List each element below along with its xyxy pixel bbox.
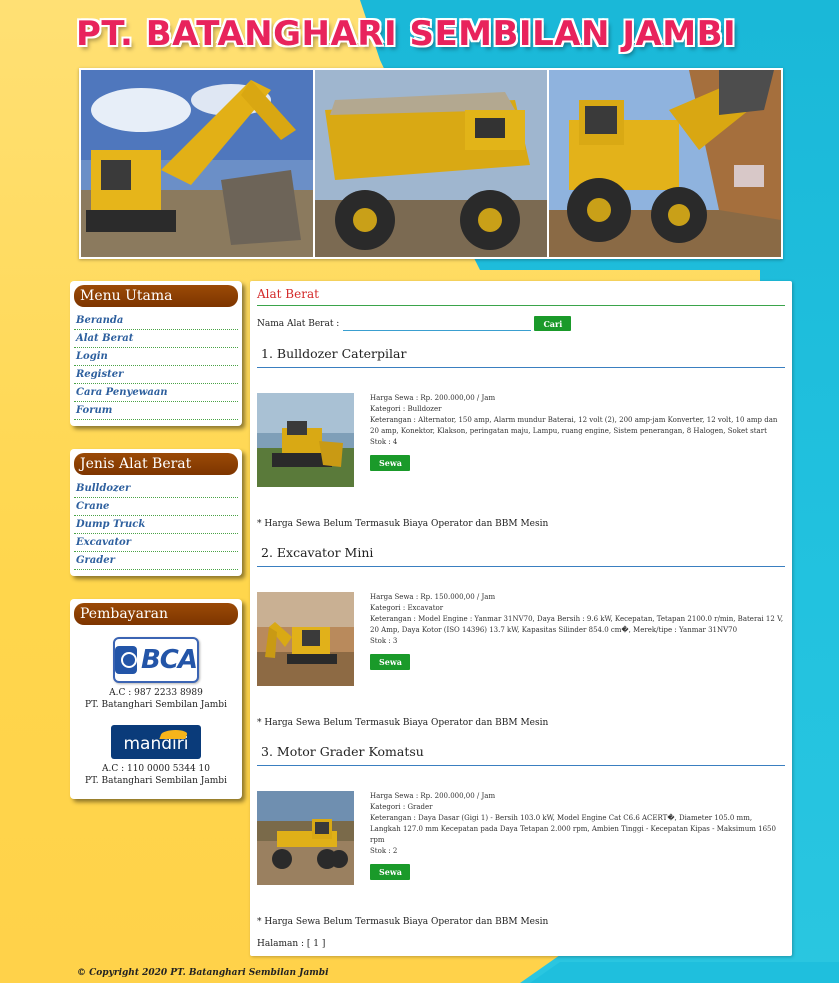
product-info: Harga Sewa : Rp. 200.000,00 / Jam Katego… [370, 393, 785, 487]
page-title: Alat Berat [257, 287, 785, 306]
product-item: 1. Bulldozer Caterpilar Harga Sewa : Rp.… [257, 346, 785, 529]
pagination[interactable]: Halaman : [ 1 ] [257, 939, 785, 949]
site-title: PT. BATANGHARI SEMBILAN JAMBI [76, 14, 737, 54]
bca-account: A.C : 987 2233 8989 [109, 688, 203, 698]
mandiri-logo: mandiri [111, 725, 201, 759]
search-input[interactable] [343, 316, 532, 331]
banner-image-loader [549, 70, 781, 257]
category-item-excavator[interactable]: Excavator [74, 534, 238, 552]
mandiri-account-name: PT. Batanghari Sembilan Jambi [85, 776, 227, 786]
menu-item-alat-berat[interactable]: Alat Berat [74, 330, 238, 348]
product-item: 2. Excavator Mini Harga Sewa : Rp. 150.0… [257, 545, 785, 728]
footer-copyright: © Copyright 2020 PT. Batanghari Sembilan… [77, 968, 329, 978]
product-category: Kategori : Bulldozer [370, 405, 442, 413]
category-box: Jenis Alat Berat Bulldozer Crane Dump Tr… [70, 449, 242, 576]
menu-item-beranda[interactable]: Beranda [74, 312, 238, 330]
category-title: Jenis Alat Berat [74, 453, 238, 475]
product-item: 3. Motor Grader Komatsu Harga Sewa: Rp.… [257, 744, 785, 927]
header-banner [79, 68, 783, 259]
product-image-bulldozer[interactable] [257, 393, 354, 487]
main-menu-box: Menu Utama Beranda Alat Berat Login Regi… [70, 281, 242, 426]
bca-emblem-icon [115, 646, 137, 674]
product-description: Keterangan : Alternator, 150 amp, Alarm … [370, 416, 778, 435]
banner-image-excavator [81, 70, 313, 257]
product-title: 1. Bulldozer Caterpilar [257, 346, 785, 368]
menu-item-login[interactable]: Login [74, 348, 238, 366]
banner-image-dump-truck [315, 70, 547, 257]
rent-button[interactable]: Sewa [370, 864, 410, 880]
bca-account-name: PT. Batanghari Sembilan Jambi [85, 700, 227, 710]
product-description: Keterangan : Daya Dasar (Gigi 1) - Bersi… [370, 814, 776, 844]
product-title: 3. Motor Grader Komatsu [257, 744, 785, 766]
category-item-dump-truck[interactable]: Dump Truck [74, 516, 238, 534]
search-label: Nama Alat Berat : [257, 318, 340, 329]
product-stock: Stok : 3 [370, 637, 398, 645]
category-item-bulldozer[interactable]: Bulldozer [74, 480, 238, 498]
product-image-grader[interactable] [257, 791, 354, 885]
product-price: Harga Sewa : Rp. 200.000,00 / Jam [370, 792, 496, 800]
main-menu-title: Menu Utama [74, 285, 238, 307]
price-note: * Harga Sewa Belum Termasuk Biaya Operat… [257, 917, 549, 927]
product-stock: Stok : 2 [370, 847, 398, 855]
payment-box: Pembayaran BCA A.C : 987 2233 8989 PT. B… [70, 599, 242, 799]
price-note: * Harga Sewa Belum Termasuk Biaya Operat… [257, 519, 549, 529]
category-item-crane[interactable]: Crane [74, 498, 238, 516]
product-info: Harga Sewa : Rp. 150.000,00 / Jam Katego… [370, 592, 785, 686]
bca-logo-text: BCA [140, 645, 198, 675]
search-form: Nama Alat Berat : Cari [257, 316, 785, 331]
menu-item-forum[interactable]: Forum [74, 402, 238, 420]
menu-item-cara-penyewaan[interactable]: Cara Penyewaan [74, 384, 238, 402]
product-price: Harga Sewa : Rp. 150.000,00 / Jam [370, 593, 496, 601]
search-button[interactable]: Cari [534, 316, 572, 331]
product-image-excavator[interactable] [257, 592, 354, 686]
mandiri-account: A.C : 110 0000 5344 10 [101, 764, 211, 774]
product-price: Harga Sewa : Rp. 200.000,00 / Jam [370, 394, 496, 402]
rent-button[interactable]: Sewa [370, 455, 410, 471]
sidebar: Menu Utama Beranda Alat Berat Login Regi… [70, 281, 242, 822]
product-stock: Stok : 4 [370, 438, 398, 446]
product-info: Harga Sewa : Rp. 200.000,00 / Jam Katego… [370, 791, 785, 885]
rent-button[interactable]: Sewa [370, 654, 410, 670]
payment-title: Pembayaran [74, 603, 238, 625]
product-title: 2. Excavator Mini [257, 545, 785, 567]
product-description: Keterangan : Model Engine : Yanmar 31NV7… [370, 615, 784, 634]
price-note: * Harga Sewa Belum Termasuk Biaya Operat… [257, 718, 549, 728]
main-content: Alat Berat Nama Alat Berat : Cari 1. Bul… [250, 281, 792, 956]
category-item-grader[interactable]: Grader [74, 552, 238, 570]
mandiri-wave-icon [159, 730, 189, 739]
product-category: Kategori : Excavator [370, 604, 444, 612]
menu-item-register[interactable]: Register [74, 366, 238, 384]
bca-logo: BCA [113, 637, 199, 683]
product-category: Kategori : Grader [370, 803, 433, 811]
